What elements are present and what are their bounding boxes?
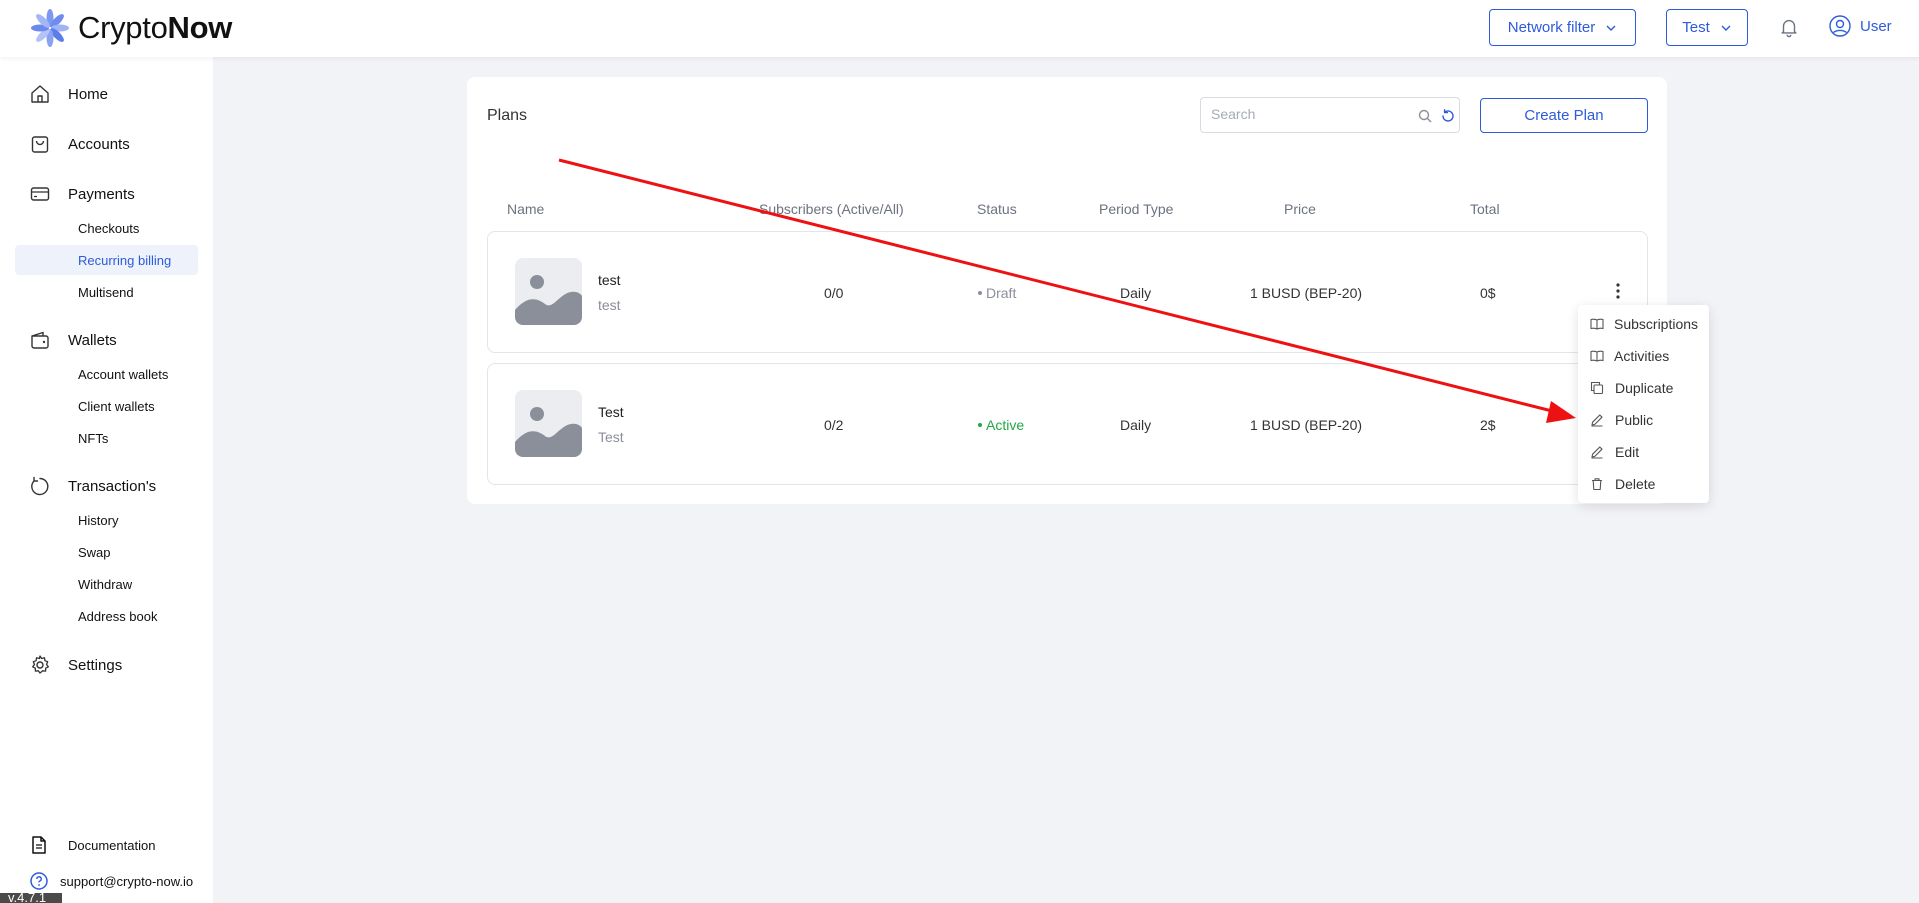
plan-period: Daily <box>1120 417 1152 433</box>
sidebar-item-support[interactable]: support@crypto-now.io <box>0 868 213 894</box>
wallet-icon <box>31 331 49 349</box>
gear-icon <box>32 655 49 674</box>
menu-item-activities[interactable]: Activities <box>1578 342 1709 370</box>
plan-image-placeholder-icon <box>515 258 582 325</box>
sidebar-item-nfts[interactable]: NFTs <box>15 423 198 453</box>
plan-price: 1 BUSD (BEP-20) <box>1250 285 1363 301</box>
sidebar-item-account-wallets[interactable]: Account wallets <box>15 359 198 389</box>
sidebar-item-documentation[interactable]: Documentation <box>0 832 213 858</box>
plan-image-placeholder-icon <box>515 390 582 457</box>
page-title: Plans <box>487 107 528 124</box>
column-header-total: Total <box>1470 201 1500 217</box>
network-filter-label: Network filter <box>1507 19 1596 36</box>
plan-period: Daily <box>1120 285 1152 301</box>
search-box <box>1200 97 1460 133</box>
menu-item-duplicate[interactable]: Duplicate <box>1578 374 1709 402</box>
sidebar-item-wallets[interactable]: Wallets <box>0 325 213 355</box>
user-menu[interactable]: User <box>1828 14 1892 38</box>
status-badge: Active <box>978 417 1024 433</box>
sidebar-item-recurring-billing[interactable]: Recurring billing <box>15 245 198 275</box>
sidebar-item-accounts[interactable]: Accounts <box>0 129 213 159</box>
search-input[interactable] <box>1211 106 1391 122</box>
book-open-icon <box>1590 318 1604 330</box>
plan-name[interactable]: test <box>598 272 621 288</box>
table-row[interactable]: Test Test 0/2 Active Daily 1 BUSD (BEP-2… <box>487 363 1648 485</box>
sidebar-item-address-book[interactable]: Address book <box>15 601 198 631</box>
logo-flower-icon <box>31 9 69 47</box>
create-plan-button[interactable]: Create Plan <box>1480 98 1648 133</box>
plan-total: 2$ <box>1480 417 1496 433</box>
bell-icon[interactable] <box>1778 16 1800 38</box>
sidebar-item-swap[interactable]: Swap <box>15 537 198 567</box>
sidebar-item-multisend[interactable]: Multisend <box>15 277 198 307</box>
menu-item-edit[interactable]: Edit <box>1578 438 1709 466</box>
logo-text: CryptoNow <box>78 10 233 45</box>
app-logo[interactable]: CryptoNow <box>30 6 232 50</box>
top-header: CryptoNow Network filter Test User <box>0 0 1919 57</box>
network-filter-button[interactable]: Network filter <box>1489 9 1636 46</box>
sidebar-item-history[interactable]: History <box>15 505 198 535</box>
plan-subscribers: 0/2 <box>824 417 844 433</box>
sidebar-item-transactions[interactable]: Transaction's <box>0 471 213 501</box>
plan-actions-menu: Subscriptions Activities Duplicate Publi… <box>1578 305 1709 503</box>
table-row[interactable]: test test 0/0 Draft Daily 1 BUSD (BEP-20… <box>487 231 1648 353</box>
user-label: User <box>1860 17 1892 35</box>
chevron-down-icon <box>1721 25 1731 31</box>
refresh-icon[interactable] <box>1440 108 1456 124</box>
pencil-icon <box>1591 446 1603 459</box>
status-badge: Draft <box>978 285 1016 301</box>
account-selector-button[interactable]: Test <box>1666 9 1748 46</box>
sidebar-item-payments[interactable]: Payments <box>0 179 213 209</box>
help-circle-icon <box>30 872 48 890</box>
copy-icon <box>1590 381 1604 395</box>
credit-card-icon <box>30 187 50 201</box>
sidebar-item-checkouts[interactable]: Checkouts <box>15 213 198 243</box>
sidebar-item-settings[interactable]: Settings <box>0 650 213 680</box>
column-header-price: Price <box>1284 201 1316 217</box>
column-header-subscribers: Subscribers (Active/All) <box>759 201 904 217</box>
plan-description: test <box>598 297 621 313</box>
sidebar-item-client-wallets[interactable]: Client wallets <box>15 391 198 421</box>
sidebar: Home Accounts Payments Checkouts Recurri… <box>0 57 213 903</box>
plans-card: Plans Create Plan Name Subscribers (Acti… <box>467 77 1667 504</box>
pencil-icon <box>1591 414 1603 427</box>
version-badge: v.4.7.1 <box>0 893 62 903</box>
bag-icon <box>31 136 49 153</box>
plan-name[interactable]: Test <box>598 404 624 420</box>
plan-total: 0$ <box>1480 285 1496 301</box>
column-header-period-type: Period Type <box>1099 201 1174 217</box>
plan-price: 1 BUSD (BEP-20) <box>1250 417 1363 433</box>
menu-item-delete[interactable]: Delete <box>1578 470 1709 498</box>
trash-icon <box>1592 478 1602 491</box>
sidebar-item-withdraw[interactable]: Withdraw <box>15 569 198 599</box>
column-header-name: Name <box>507 201 545 217</box>
account-selector-label: Test <box>1682 19 1710 36</box>
more-vertical-icon[interactable] <box>1614 282 1622 300</box>
chevron-down-icon <box>1606 25 1616 31</box>
search-icon[interactable] <box>1417 108 1433 124</box>
history-refresh-icon <box>31 476 49 496</box>
plan-description: Test <box>598 429 624 445</box>
user-avatar-icon <box>1829 15 1851 37</box>
sidebar-item-home[interactable]: Home <box>0 79 213 109</box>
menu-item-subscriptions[interactable]: Subscriptions <box>1578 310 1709 338</box>
home-icon <box>31 85 49 103</box>
column-header-status: Status <box>977 201 1017 217</box>
menu-item-public[interactable]: Public <box>1578 406 1709 434</box>
plan-subscribers: 0/0 <box>824 285 844 301</box>
book-open-icon <box>1590 350 1604 362</box>
document-icon <box>32 836 46 854</box>
